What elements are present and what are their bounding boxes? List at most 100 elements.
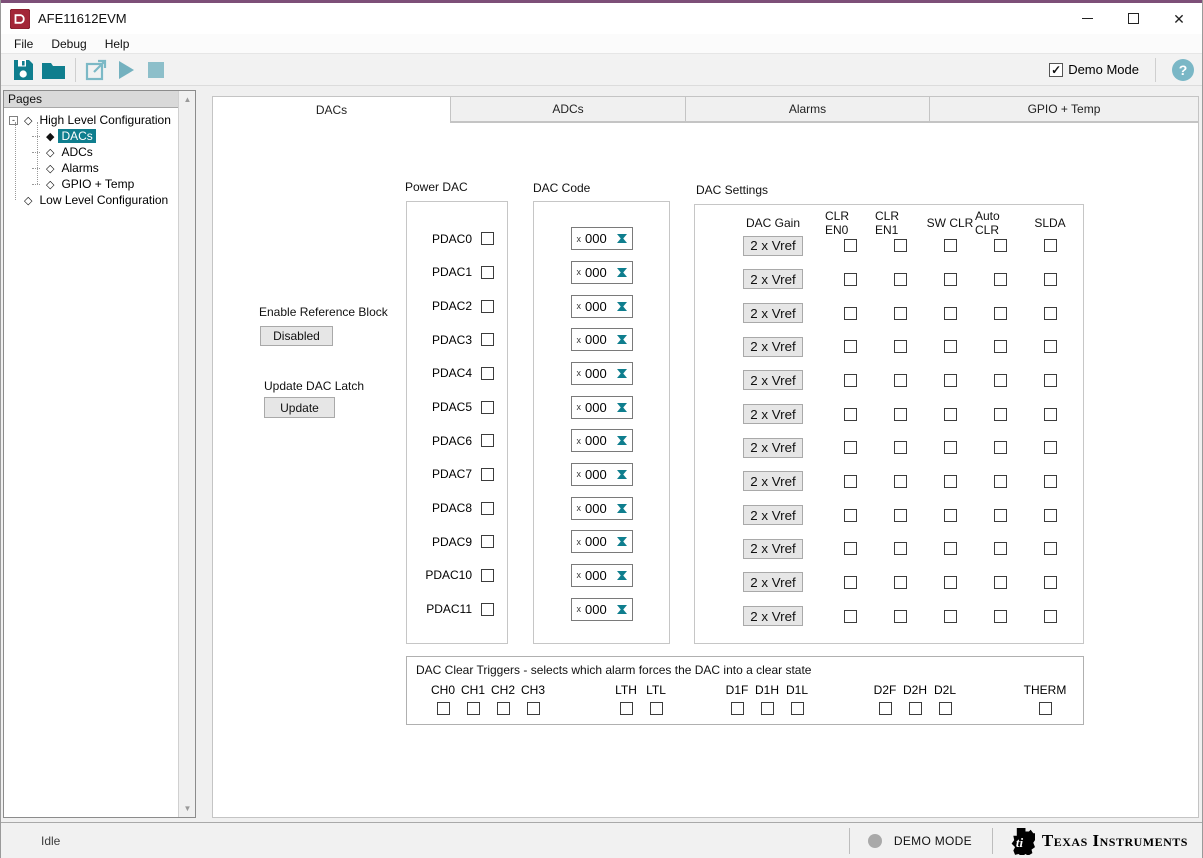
close-button[interactable]: ✕ <box>1156 3 1202 34</box>
open-button[interactable] <box>39 57 67 83</box>
clr-en0-checkbox-10[interactable] <box>844 576 857 589</box>
dac-gain-button-4[interactable]: 2 x Vref <box>743 370 803 390</box>
menu-help[interactable]: Help <box>96 35 139 53</box>
dac-code-spinner-7[interactable]: x000 <box>571 463 633 486</box>
sw-clr-checkbox-4[interactable] <box>944 374 957 387</box>
spinner-down-button[interactable] <box>617 442 627 456</box>
sidebar-item-high-level-configuration[interactable]: -◇High Level Configuration <box>4 112 195 128</box>
dac-gain-button-3[interactable]: 2 x Vref <box>743 337 803 357</box>
run-button[interactable] <box>112 57 140 83</box>
sw-clr-checkbox-2[interactable] <box>944 307 957 320</box>
dac-code-spinner-2[interactable]: x000 <box>571 295 633 318</box>
dac-gain-button-1[interactable]: 2 x Vref <box>743 269 803 289</box>
clr-en1-checkbox-0[interactable] <box>894 239 907 252</box>
clr-en1-checkbox-10[interactable] <box>894 576 907 589</box>
dac-code-spinner-11[interactable]: x000 <box>571 598 633 621</box>
clr-en1-checkbox-8[interactable] <box>894 509 907 522</box>
ch2-trigger-checkbox[interactable] <box>497 702 510 715</box>
demo-mode-checkbox[interactable]: ✓ <box>1049 63 1063 77</box>
tab-dacs[interactable]: DACs <box>212 96 451 123</box>
lth-trigger-checkbox[interactable] <box>620 702 633 715</box>
spinner-down-button[interactable] <box>617 543 627 557</box>
ch3-trigger-checkbox[interactable] <box>527 702 540 715</box>
therm-trigger-checkbox[interactable] <box>1039 702 1052 715</box>
slda-checkbox-6[interactable] <box>1044 441 1057 454</box>
clr-en1-checkbox-1[interactable] <box>894 273 907 286</box>
dac-gain-button-9[interactable]: 2 x Vref <box>743 539 803 559</box>
sw-clr-checkbox-10[interactable] <box>944 576 957 589</box>
sidebar-item-adcs[interactable]: ◇ADCs <box>4 144 195 160</box>
spinner-down-button[interactable] <box>617 577 627 591</box>
auto-clr-checkbox-4[interactable] <box>994 374 1007 387</box>
pdac6-checkbox[interactable] <box>481 434 494 447</box>
clr-en0-checkbox-9[interactable] <box>844 542 857 555</box>
dac-code-spinner-3[interactable]: x000 <box>571 328 633 351</box>
spinner-down-button[interactable] <box>617 409 627 423</box>
slda-checkbox-10[interactable] <box>1044 576 1057 589</box>
dac-code-spinner-6[interactable]: x000 <box>571 429 633 452</box>
slda-checkbox-2[interactable] <box>1044 307 1057 320</box>
clr-en0-checkbox-3[interactable] <box>844 340 857 353</box>
clr-en1-checkbox-9[interactable] <box>894 542 907 555</box>
d2f-trigger-checkbox[interactable] <box>879 702 892 715</box>
pdac8-checkbox[interactable] <box>481 502 494 515</box>
dac-gain-button-0[interactable]: 2 x Vref <box>743 236 803 256</box>
sidebar-item-dacs[interactable]: ◆DACs <box>4 128 195 144</box>
spinner-down-button[interactable] <box>617 476 627 490</box>
auto-clr-checkbox-8[interactable] <box>994 509 1007 522</box>
minimize-button[interactable] <box>1064 3 1110 34</box>
update-latch-button[interactable]: Update <box>264 397 335 418</box>
slda-checkbox-7[interactable] <box>1044 475 1057 488</box>
clr-en0-checkbox-2[interactable] <box>844 307 857 320</box>
d1h-trigger-checkbox[interactable] <box>761 702 774 715</box>
dac-gain-button-11[interactable]: 2 x Vref <box>743 606 803 626</box>
sw-clr-checkbox-3[interactable] <box>944 340 957 353</box>
dac-gain-button-6[interactable]: 2 x Vref <box>743 438 803 458</box>
pdac2-checkbox[interactable] <box>481 300 494 313</box>
sidebar-scrollbar[interactable]: ▲ ▼ <box>178 91 195 817</box>
slda-checkbox-9[interactable] <box>1044 542 1057 555</box>
pdac7-checkbox[interactable] <box>481 468 494 481</box>
auto-clr-checkbox-7[interactable] <box>994 475 1007 488</box>
dac-gain-button-7[interactable]: 2 x Vref <box>743 471 803 491</box>
slda-checkbox-11[interactable] <box>1044 610 1057 623</box>
clr-en0-checkbox-8[interactable] <box>844 509 857 522</box>
sw-clr-checkbox-9[interactable] <box>944 542 957 555</box>
sw-clr-checkbox-6[interactable] <box>944 441 957 454</box>
scroll-down-icon[interactable]: ▼ <box>179 800 196 817</box>
save-button[interactable] <box>9 57 37 83</box>
clr-en0-checkbox-4[interactable] <box>844 374 857 387</box>
spinner-down-button[interactable] <box>617 341 627 355</box>
d1f-trigger-checkbox[interactable] <box>731 702 744 715</box>
dac-code-spinner-0[interactable]: x000 <box>571 227 633 250</box>
menu-debug[interactable]: Debug <box>42 35 95 53</box>
sw-clr-checkbox-1[interactable] <box>944 273 957 286</box>
tab-adcs[interactable]: ADCs <box>451 96 686 122</box>
d2h-trigger-checkbox[interactable] <box>909 702 922 715</box>
ch1-trigger-checkbox[interactable] <box>467 702 480 715</box>
spinner-down-button[interactable] <box>617 510 627 524</box>
ltl-trigger-checkbox[interactable] <box>650 702 663 715</box>
d2l-trigger-checkbox[interactable] <box>939 702 952 715</box>
clr-en0-checkbox-1[interactable] <box>844 273 857 286</box>
dac-code-spinner-1[interactable]: x000 <box>571 261 633 284</box>
d1l-trigger-checkbox[interactable] <box>791 702 804 715</box>
tab-alarms[interactable]: Alarms <box>686 96 930 122</box>
pdac1-checkbox[interactable] <box>481 266 494 279</box>
dac-gain-button-8[interactable]: 2 x Vref <box>743 505 803 525</box>
auto-clr-checkbox-3[interactable] <box>994 340 1007 353</box>
auto-clr-checkbox-6[interactable] <box>994 441 1007 454</box>
clr-en1-checkbox-6[interactable] <box>894 441 907 454</box>
pdac11-checkbox[interactable] <box>481 603 494 616</box>
clr-en1-checkbox-2[interactable] <box>894 307 907 320</box>
clr-en0-checkbox-0[interactable] <box>844 239 857 252</box>
clr-en0-checkbox-6[interactable] <box>844 441 857 454</box>
clr-en0-checkbox-7[interactable] <box>844 475 857 488</box>
dac-code-spinner-10[interactable]: x000 <box>571 564 633 587</box>
spinner-down-button[interactable] <box>617 611 627 625</box>
sidebar-item-gpio-temp[interactable]: ◇GPIO + Temp <box>4 176 195 192</box>
clr-en1-checkbox-5[interactable] <box>894 408 907 421</box>
maximize-button[interactable] <box>1110 3 1156 34</box>
sw-clr-checkbox-7[interactable] <box>944 475 957 488</box>
help-button[interactable]: ? <box>1172 59 1194 81</box>
